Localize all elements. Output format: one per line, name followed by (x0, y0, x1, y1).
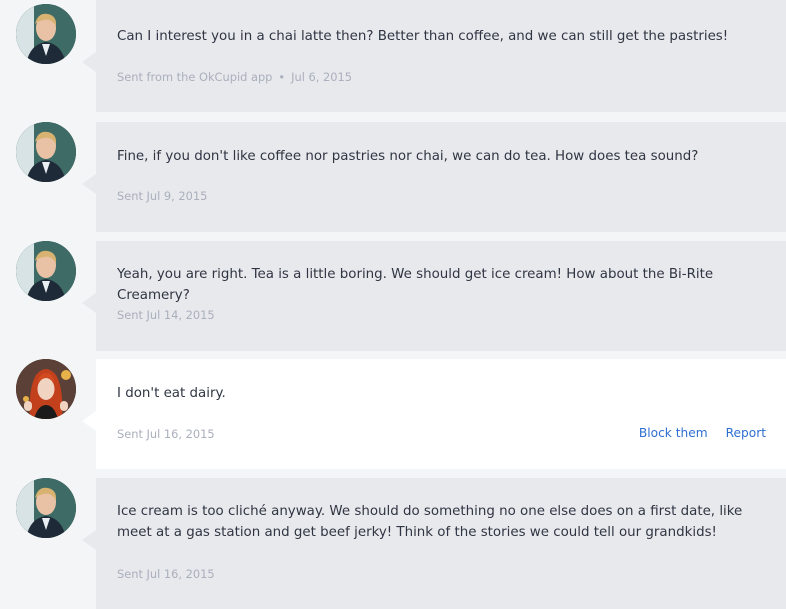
male-avatar-icon[interactable] (16, 241, 76, 301)
message-2: Fine, if you don't like coffee nor pastr… (0, 122, 786, 232)
message-text: I don't eat dairy. (117, 386, 226, 401)
message-bubble: I don't eat dairy. Sent Jul 16, 2015 Blo… (82, 359, 786, 469)
message-bubble: Ice cream is too cliché anyway. We shoul… (82, 478, 786, 609)
message-bubble: Can I interest you in a chai latte then?… (82, 0, 786, 112)
message-bubble: Yeah, you are right. Tea is a little bor… (82, 241, 786, 351)
message-meta: Sent Jul 9, 2015 (117, 189, 208, 203)
message-text: Fine, if you don't like coffee nor pastr… (117, 149, 699, 164)
separator-dot: • (278, 70, 286, 84)
report-link[interactable]: Report (726, 426, 766, 440)
message-source: Sent from the OkCupid app (117, 70, 273, 84)
male-avatar-icon[interactable] (16, 4, 76, 64)
male-avatar-icon[interactable] (16, 122, 76, 182)
message-thread: Can I interest you in a chai latte then?… (0, 0, 786, 609)
message-meta: Sent from the OkCupid app • Jul 6, 2015 (117, 70, 352, 84)
message-1: Can I interest you in a chai latte then?… (0, 0, 786, 112)
block-them-link[interactable]: Block them (639, 426, 708, 440)
message-meta: Sent Jul 14, 2015 (117, 308, 215, 322)
message-text: Ice cream is too cliché anyway. We shoul… (117, 504, 743, 540)
message-date: Jul 6, 2015 (291, 70, 352, 84)
message-bubble: Fine, if you don't like coffee nor pastr… (82, 122, 786, 232)
message-meta: Sent Jul 16, 2015 (117, 427, 215, 441)
message-text: Can I interest you in a chai latte then?… (117, 29, 729, 44)
message-3: Yeah, you are right. Tea is a little bor… (0, 241, 786, 351)
male-avatar-icon[interactable] (16, 478, 76, 538)
message-meta: Sent Jul 16, 2015 (117, 567, 215, 581)
message-4: I don't eat dairy. Sent Jul 16, 2015 Blo… (0, 359, 786, 469)
message-5: Ice cream is too cliché anyway. We shoul… (0, 478, 786, 609)
message-actions: Block them Report (639, 426, 766, 440)
message-text: Yeah, you are right. Tea is a little bor… (117, 267, 714, 303)
female-avatar-icon[interactable] (16, 359, 76, 419)
